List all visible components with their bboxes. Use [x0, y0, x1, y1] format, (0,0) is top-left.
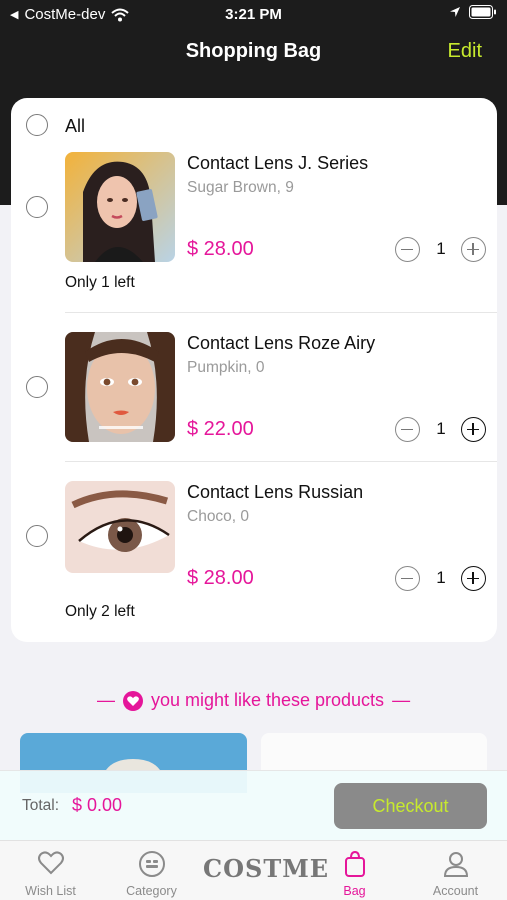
nav-bar: Shopping Bag Edit	[0, 28, 507, 78]
suggestions-heading-text: you might like these products	[150, 690, 385, 710]
heading-dash-right: —	[392, 690, 411, 710]
decrease-quantity-button[interactable]	[395, 417, 420, 442]
cart-card: All Contact Lens J. Series Sugar Brown, …	[11, 98, 497, 642]
decrease-quantity-button[interactable]	[395, 566, 420, 591]
heading-dash-left: —	[96, 690, 115, 710]
tab-label: Wish List	[25, 884, 76, 898]
quantity-stepper: 1	[395, 417, 487, 443]
clock: 3:21 PM	[225, 6, 282, 23]
product-name[interactable]: Contact Lens Russian	[187, 482, 363, 503]
quantity-value: 1	[436, 239, 446, 258]
tab-home-logo[interactable]: COSTME	[203, 841, 330, 900]
increase-quantity-button[interactable]	[461, 237, 486, 262]
item-divider	[65, 461, 497, 462]
status-bar: ◀ CostMe-dev 3:21 PM	[0, 0, 507, 28]
checkout-bar: Total: $ 0.00 Checkout	[0, 770, 507, 840]
product-name[interactable]: Contact Lens J. Series	[187, 153, 368, 174]
decrease-quantity-button[interactable]	[395, 237, 420, 262]
quantity-stepper: 1	[395, 237, 487, 263]
tab-label: Bag	[343, 884, 366, 898]
suggestions-heading: — you might like these products —	[0, 690, 507, 711]
product-image[interactable]	[65, 152, 175, 262]
product-image[interactable]	[65, 481, 175, 573]
product-price: $ 22.00	[187, 418, 254, 440]
item-select-radio[interactable]	[26, 196, 48, 218]
tab-bar: Wish List Category COSTME Bag Account	[0, 840, 507, 900]
heart-icon	[122, 690, 143, 711]
total-value: $ 0.00	[72, 795, 123, 815]
tab-bag[interactable]: Bag	[304, 841, 405, 900]
item-select-radio[interactable]	[26, 525, 48, 547]
stock-note: Only 1 left	[65, 274, 135, 291]
heart-icon	[38, 851, 64, 875]
product-name[interactable]: Contact Lens Roze Airy	[187, 333, 375, 354]
tab-label: Account	[432, 884, 479, 898]
product-price: $ 28.00	[187, 567, 254, 589]
stock-note: Only 2 left	[65, 603, 135, 620]
product-price: $ 28.00	[187, 238, 254, 260]
costme-logo: COSTME	[203, 854, 330, 883]
product-image[interactable]	[65, 332, 175, 442]
account-icon	[443, 852, 469, 877]
category-icon	[139, 851, 165, 877]
increase-quantity-button[interactable]	[461, 417, 486, 442]
location-icon	[450, 7, 460, 17]
page-title: Shopping Bag	[185, 40, 322, 62]
item-select-radio[interactable]	[26, 376, 48, 398]
tab-category[interactable]: Category	[101, 841, 202, 900]
tab-account[interactable]: Account	[405, 841, 506, 900]
product-variant: Choco, 0	[187, 508, 250, 525]
quantity-value: 1	[436, 568, 446, 587]
tab-wish-list[interactable]: Wish List	[0, 841, 101, 900]
battery-icon	[469, 5, 496, 19]
product-variant: Pumpkin, 0	[187, 359, 265, 376]
total-label: Total:	[22, 797, 60, 814]
quantity-value: 1	[436, 419, 446, 438]
edit-button[interactable]: Edit	[448, 40, 482, 63]
select-all-radio[interactable]	[26, 114, 48, 136]
select-all-label: All	[65, 116, 86, 136]
tab-label: Category	[126, 884, 177, 898]
quantity-stepper: 1	[395, 566, 487, 592]
bag-icon	[345, 850, 365, 877]
product-variant: Sugar Brown, 9	[187, 179, 294, 196]
increase-quantity-button[interactable]	[461, 566, 486, 591]
checkout-button[interactable]: Checkout	[334, 783, 487, 829]
item-divider	[65, 312, 497, 313]
